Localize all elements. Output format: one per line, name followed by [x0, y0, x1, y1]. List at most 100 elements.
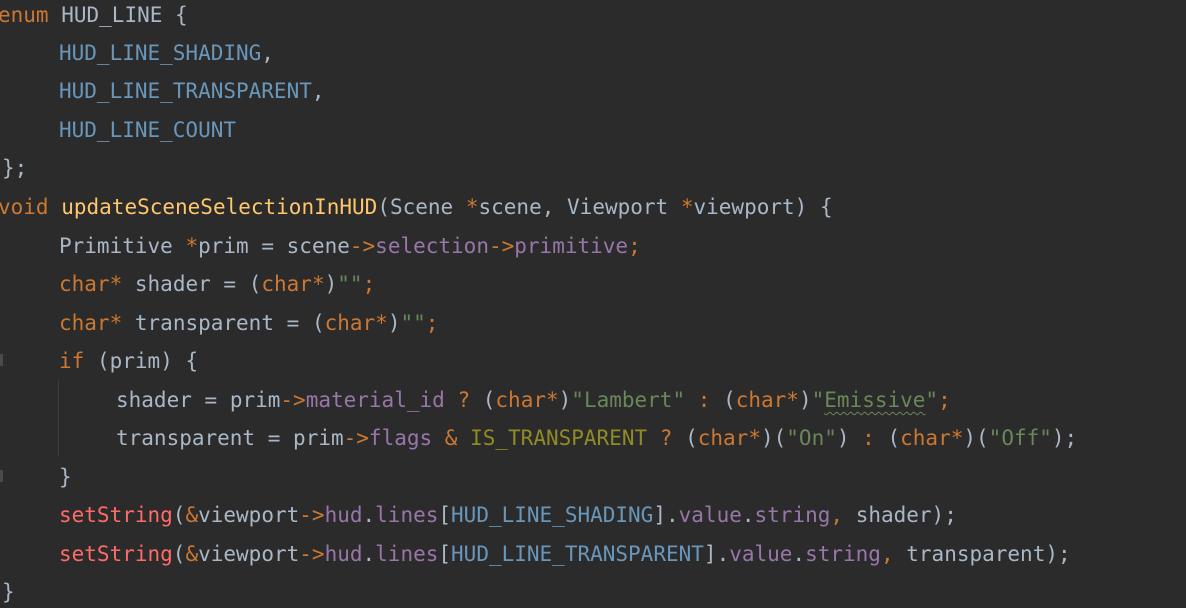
keyword: enum — [0, 3, 49, 27]
code-line-enum-close[interactable]: }; — [2, 149, 27, 187]
member: value — [678, 503, 742, 527]
string-literal: "Off" — [988, 426, 1052, 450]
bitwise-and: & — [444, 426, 458, 450]
punctuation: ( — [96, 349, 110, 373]
keyword: char — [495, 388, 546, 412]
member: selection — [375, 234, 489, 258]
function-name: updateSceneSelectionInHUD — [61, 195, 378, 219]
punctuation: [ — [438, 542, 452, 566]
comma: , — [880, 542, 894, 566]
punctuation: ( — [723, 388, 736, 412]
spellcheck-word[interactable]: Emissive — [824, 388, 925, 412]
operator: = — [286, 311, 300, 335]
code-line-enum-decl[interactable]: enum HUD_LINE { — [0, 0, 188, 34]
operator: = — [267, 426, 281, 450]
punctuation: ); — [1045, 542, 1071, 566]
member: lines — [375, 542, 439, 566]
punctuation: ] — [703, 542, 717, 566]
punctuation: ( — [482, 388, 496, 412]
code-line-enum-constant[interactable]: HUD_LINE_SHADING, — [59, 34, 274, 72]
semicolon: ; — [628, 234, 641, 258]
string-literal: "Lambert" — [571, 388, 686, 412]
semicolon: ; — [938, 388, 951, 412]
punctuation: ) — [387, 311, 401, 335]
pointer-star: * — [185, 234, 199, 258]
punctuation: . — [362, 542, 376, 566]
code-line-enum-constant[interactable]: HUD_LINE_TRANSPARENT, — [59, 72, 325, 110]
arrow-operator: -> — [280, 388, 306, 412]
member: flags — [368, 426, 433, 450]
enum-name: HUD_LINE — [61, 3, 163, 27]
type-name: Scene — [389, 195, 454, 219]
string-quote: " — [811, 388, 825, 412]
punctuation: ( — [377, 195, 390, 219]
code-editor[interactable]: enum HUD_LINE { HUD_LINE_SHADING, HUD_LI… — [0, 0, 1186, 608]
punctuation: . — [792, 542, 806, 566]
punctuation: } — [2, 580, 15, 604]
pointer-star: * — [311, 272, 325, 296]
code-line-transparent-assign[interactable]: transparent = prim->flags & IS_TRANSPARE… — [116, 419, 1077, 457]
keyword: void — [0, 195, 49, 219]
punctuation: ); — [931, 503, 957, 527]
string-literal: "" — [337, 272, 363, 296]
arrow-operator: -> — [299, 542, 325, 566]
param-name: scene — [478, 195, 542, 219]
code-line-enum-constant[interactable]: HUD_LINE_COUNT — [59, 111, 236, 149]
pointer-star: * — [109, 311, 123, 335]
code-line-prim-decl[interactable]: Primitive *prim = scene->selection->prim… — [59, 227, 641, 265]
ternary-colon: : — [862, 426, 875, 450]
semicolon: ; — [362, 272, 376, 296]
punctuation: . — [665, 503, 679, 527]
code-line-set-string-transparent[interactable]: setString(&viewport->hud.lines[HUD_LINE_… — [59, 535, 1071, 573]
code-line-if-close[interactable]: } — [59, 458, 72, 496]
string-quote: " — [925, 388, 939, 412]
operator: = — [204, 388, 218, 412]
param-name: viewport — [693, 195, 795, 219]
keyword: if — [59, 349, 85, 373]
variable: transparent — [116, 426, 256, 450]
fold-marker[interactable] — [0, 354, 3, 366]
variable: shader — [855, 503, 932, 527]
code-line-shader-assign[interactable]: shader = prim->material_id ? (char*)"Lam… — [116, 381, 951, 419]
keyword: char — [59, 272, 110, 296]
string-literal: "" — [400, 311, 426, 335]
punctuation: ) — [324, 272, 338, 296]
code-line-shader-decl[interactable]: char* shader = (char*)""; — [59, 265, 375, 303]
punctuation: . — [741, 503, 755, 527]
code-line-set-string-shading[interactable]: setString(&viewport->hud.lines[HUD_LINE_… — [59, 496, 957, 534]
pointer-star: * — [375, 311, 388, 335]
variable: transparent — [134, 311, 274, 335]
variable: transparent — [906, 542, 1046, 566]
variable: scene — [286, 234, 350, 258]
member: string — [754, 503, 831, 527]
code-line-if[interactable]: if (prim) { — [59, 342, 198, 380]
punctuation: ] — [653, 503, 666, 527]
variable: shader — [116, 388, 192, 412]
ternary-colon: : — [697, 388, 711, 412]
punctuation: )( — [760, 426, 787, 450]
variable: viewport — [198, 503, 300, 527]
enum-constant: HUD_LINE_COUNT — [59, 118, 237, 142]
keyword: char — [900, 426, 951, 450]
pointer-star: * — [950, 426, 964, 450]
member: lines — [375, 503, 439, 527]
member: hud — [324, 503, 363, 527]
macro-constant: IS_TRANSPARENT — [470, 426, 648, 450]
keyword: char — [261, 272, 312, 296]
punctuation: . — [362, 503, 376, 527]
arrow-operator: -> — [299, 503, 325, 527]
code-line-function-close[interactable]: } — [2, 573, 15, 608]
operator: = — [223, 272, 237, 296]
code-line-transparent-decl[interactable]: char* transparent = (char*)""; — [59, 304, 438, 342]
fold-marker[interactable] — [0, 470, 3, 482]
variable: shader — [134, 272, 211, 296]
pointer-star: * — [748, 426, 761, 450]
punctuation: . — [716, 542, 730, 566]
punctuation: ( — [172, 542, 186, 566]
punctuation: } — [59, 465, 72, 489]
operator: = — [261, 234, 274, 258]
code-line-function-signature[interactable]: void updateSceneSelectionInHUD(Scene *sc… — [0, 188, 833, 226]
function-call: setString — [59, 542, 173, 566]
enum-constant: HUD_LINE_SHADING — [451, 503, 654, 527]
string-literal: "On" — [786, 426, 837, 450]
